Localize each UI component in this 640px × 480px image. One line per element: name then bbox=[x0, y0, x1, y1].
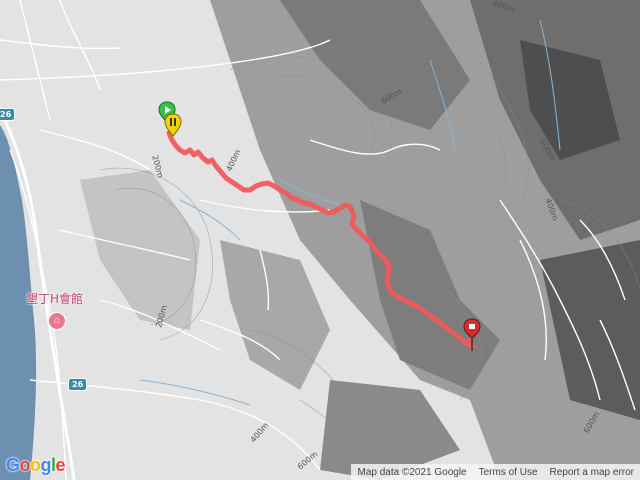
report-map-error-link[interactable]: Report a map error bbox=[544, 467, 640, 478]
pin-icon bbox=[463, 318, 481, 351]
map-data-credit: Map data ©2021 Google bbox=[357, 466, 467, 478]
route-26-badge: 26 bbox=[68, 378, 88, 391]
map-canvas[interactable]: 400m 600m 600m 400m 200m 200m 400m 600m … bbox=[0, 0, 640, 480]
hotel-icon: ⌂ bbox=[48, 312, 66, 330]
terms-of-use-link[interactable]: Terms of Use bbox=[473, 467, 544, 478]
pause-icon bbox=[164, 113, 182, 137]
terrain-relief bbox=[0, 0, 640, 480]
poi-hotel[interactable]: 墾丁H會館 ⌂ bbox=[26, 292, 83, 330]
poi-label: 墾丁H會館 bbox=[26, 292, 84, 306]
end-marker[interactable] bbox=[462, 318, 482, 352]
map-attribution-bar: Map data ©2021 Google Terms of Use Repor… bbox=[351, 464, 640, 480]
route-26-badge: 26 bbox=[0, 108, 16, 121]
pause-marker[interactable] bbox=[163, 113, 183, 137]
google-logo: Google bbox=[6, 455, 66, 475]
